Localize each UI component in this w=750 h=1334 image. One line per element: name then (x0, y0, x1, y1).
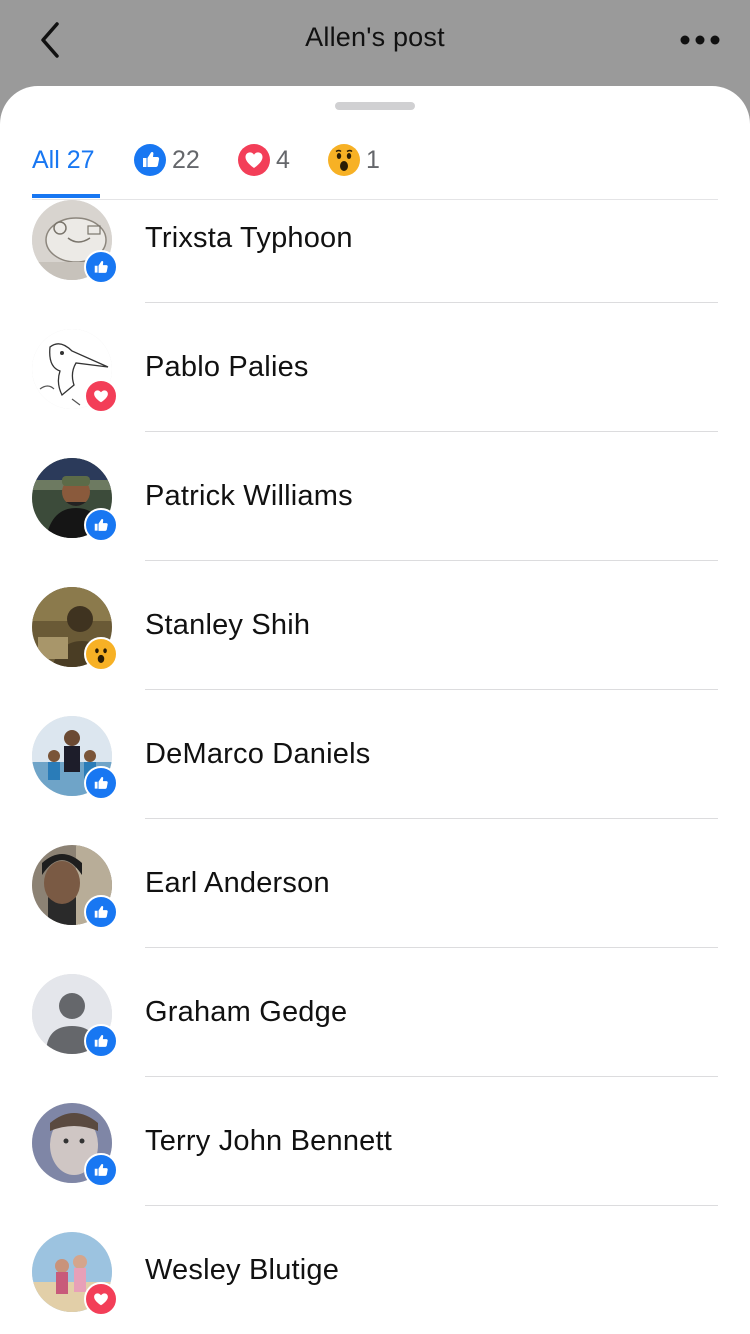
tab-love-count: 4 (276, 145, 290, 174)
wow-icon (328, 144, 360, 176)
like-icon (84, 895, 118, 929)
like-icon (134, 144, 166, 176)
wow-icon (84, 637, 118, 671)
like-icon (84, 1153, 118, 1187)
list-item[interactable]: Earl Anderson (0, 819, 750, 948)
list-item[interactable]: Patrick Williams (0, 432, 750, 561)
person-name: Stanley Shih (145, 609, 311, 641)
list-item[interactable]: Graham Gedge (0, 948, 750, 1077)
person-name: Earl Anderson (145, 867, 330, 899)
person-name: Wesley Blutige (145, 1254, 340, 1286)
list-item[interactable]: Pablo Palies (0, 303, 750, 432)
drag-handle[interactable] (335, 102, 415, 110)
like-icon (84, 508, 118, 542)
list-item[interactable]: Wesley Blutige (0, 1206, 750, 1334)
more-horizontal-icon (680, 35, 720, 45)
page-title: Allen's post (305, 22, 445, 52)
love-icon (84, 379, 118, 413)
like-icon (84, 250, 118, 284)
person-name: Graham Gedge (145, 996, 348, 1028)
person-name: Patrick Williams (145, 480, 353, 512)
reactions-sheet: All 27 22 4 1 Trixsta Typhoon Pablo Pali… (0, 86, 750, 1334)
love-icon (84, 1282, 118, 1316)
person-name: Trixsta Typhoon (145, 222, 353, 254)
tab-wow-count: 1 (366, 145, 380, 174)
person-name: Pablo Palies (145, 351, 309, 383)
tab-love[interactable]: 4 (238, 140, 290, 180)
tab-like[interactable]: 22 (134, 140, 200, 180)
like-icon (84, 1024, 118, 1058)
like-icon (84, 766, 118, 800)
tab-all[interactable]: All 27 (32, 140, 95, 180)
active-tab-indicator (32, 194, 100, 198)
love-icon (238, 144, 270, 176)
person-name: Terry John Bennett (145, 1125, 393, 1157)
list-item[interactable]: Terry John Bennett (0, 1077, 750, 1206)
tab-wow[interactable]: 1 (328, 140, 380, 180)
list-item[interactable]: DeMarco Daniels (0, 690, 750, 819)
reaction-tabs: All 27 22 4 1 (0, 126, 750, 200)
tab-all-label: All 27 (32, 145, 95, 174)
tab-like-count: 22 (172, 145, 200, 174)
more-options-button[interactable] (678, 24, 722, 56)
list-item[interactable]: Stanley Shih (0, 561, 750, 690)
person-name: DeMarco Daniels (145, 738, 371, 770)
